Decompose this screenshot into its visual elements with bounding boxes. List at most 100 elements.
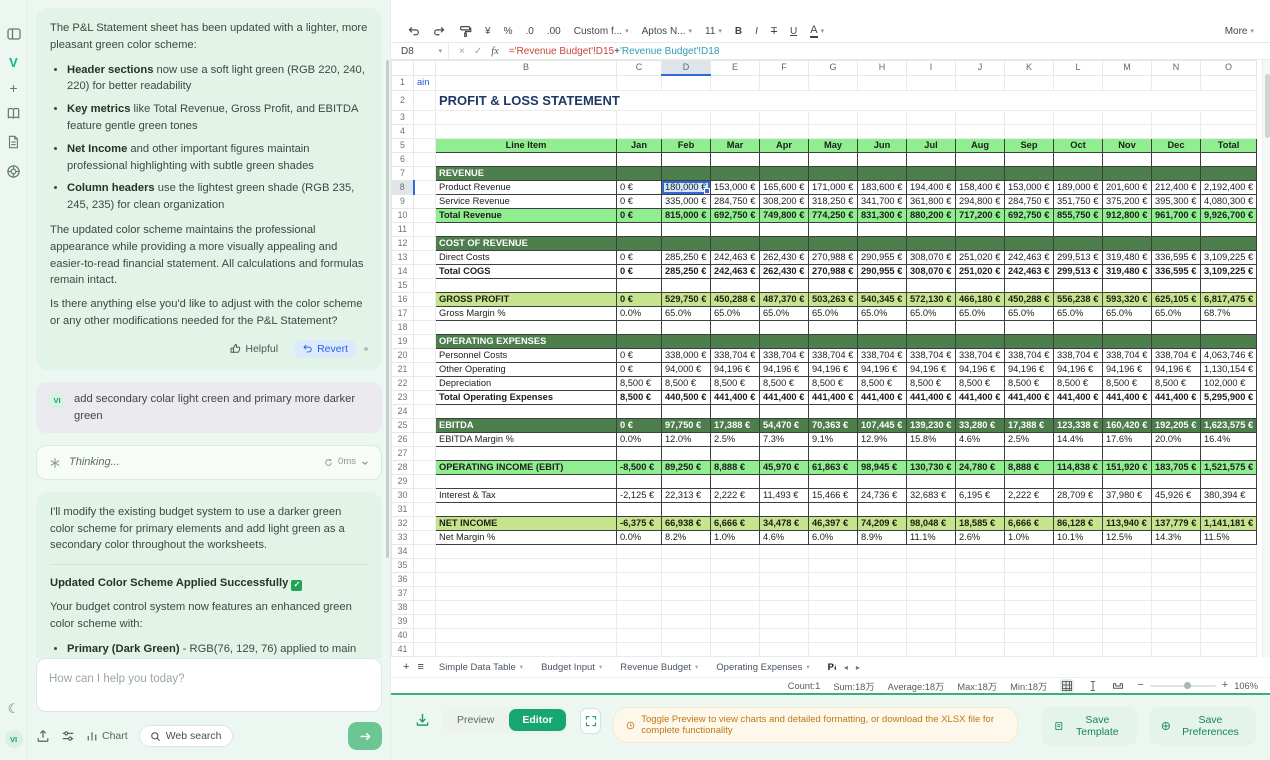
cell[interactable] xyxy=(956,278,1005,292)
cell[interactable]: 3,109,225 € xyxy=(1201,264,1257,278)
cell[interactable] xyxy=(1054,236,1103,250)
cell[interactable] xyxy=(617,320,662,334)
cell[interactable]: Total COGS xyxy=(436,264,617,278)
cell[interactable] xyxy=(1152,600,1201,614)
user-avatar[interactable]: VI xyxy=(5,730,23,748)
cell[interactable] xyxy=(1005,404,1054,418)
cell[interactable] xyxy=(956,334,1005,348)
cell[interactable] xyxy=(907,75,956,90)
helpful-button[interactable]: Helpful xyxy=(222,340,286,358)
cell[interactable] xyxy=(1103,600,1152,614)
cell[interactable] xyxy=(1054,110,1103,124)
text-select-icon[interactable] xyxy=(1087,680,1099,692)
cell[interactable] xyxy=(907,278,956,292)
cell[interactable] xyxy=(956,446,1005,460)
cell[interactable] xyxy=(809,75,858,90)
cell[interactable]: 0 € xyxy=(617,418,662,432)
cell[interactable] xyxy=(617,600,662,614)
cell[interactable] xyxy=(1054,166,1103,180)
row-number[interactable]: 26 xyxy=(392,432,414,446)
cell[interactable]: 375,200 € xyxy=(1103,194,1152,208)
cell[interactable] xyxy=(1152,320,1201,334)
cell[interactable]: 2.6% xyxy=(956,530,1005,544)
cell[interactable] xyxy=(907,222,956,236)
cell[interactable] xyxy=(809,558,858,572)
cell[interactable] xyxy=(760,166,809,180)
cell[interactable] xyxy=(760,502,809,516)
cell[interactable] xyxy=(414,194,436,208)
zoom-slider-handle[interactable] xyxy=(1184,682,1191,689)
cell[interactable]: 441,400 € xyxy=(1103,390,1152,404)
cell[interactable] xyxy=(1054,656,1103,657)
cell[interactable] xyxy=(662,404,711,418)
cell[interactable]: 12.9% xyxy=(858,432,907,446)
cell[interactable] xyxy=(760,544,809,558)
cell[interactable]: 114,838 € xyxy=(1054,460,1103,474)
cell[interactable] xyxy=(414,474,436,488)
cell[interactable] xyxy=(414,278,436,292)
cell[interactable] xyxy=(1152,586,1201,600)
cell[interactable] xyxy=(662,334,711,348)
tab-scroll-right[interactable]: ▸ xyxy=(856,663,860,672)
row-number[interactable]: 7 xyxy=(392,166,414,180)
cell[interactable]: Personnel Costs xyxy=(436,348,617,362)
cell[interactable] xyxy=(1054,614,1103,628)
cell[interactable]: 16.4% xyxy=(1201,432,1257,446)
grid-corner[interactable] xyxy=(392,61,414,76)
web-search-button[interactable]: Web search xyxy=(139,725,233,747)
cell[interactable]: OPERATING INCOME (EBIT) xyxy=(436,460,617,474)
cell[interactable]: 0 € xyxy=(617,180,662,194)
document-icon[interactable] xyxy=(6,135,22,151)
row-number[interactable]: 11 xyxy=(392,222,414,236)
cell[interactable]: 1,141,181 € xyxy=(1201,516,1257,530)
row-number[interactable]: 5 xyxy=(392,138,414,152)
cell[interactable]: 450,288 € xyxy=(711,292,760,306)
cell[interactable]: 8.9% xyxy=(858,530,907,544)
cell[interactable] xyxy=(907,558,956,572)
cell[interactable] xyxy=(662,166,711,180)
cell[interactable] xyxy=(1201,474,1257,488)
cell[interactable] xyxy=(1005,110,1054,124)
cell[interactable]: 242,463 € xyxy=(711,264,760,278)
cell[interactable] xyxy=(617,656,662,657)
cell[interactable]: 441,400 € xyxy=(907,390,956,404)
cell[interactable]: 338,704 € xyxy=(760,348,809,362)
column-header[interactable]: N xyxy=(1152,61,1201,76)
cell[interactable] xyxy=(956,656,1005,657)
cell[interactable]: 270,988 € xyxy=(809,250,858,264)
cell[interactable]: Total xyxy=(1201,138,1257,152)
cell[interactable] xyxy=(809,152,858,166)
cell[interactable]: Jan xyxy=(617,138,662,152)
cell[interactable] xyxy=(858,586,907,600)
cell[interactable]: Gross Margin % xyxy=(436,306,617,320)
cell[interactable] xyxy=(1103,320,1152,334)
sheet-tab[interactable]: P&L Statement▾ xyxy=(821,660,836,675)
cell[interactable] xyxy=(907,656,956,657)
cell[interactable] xyxy=(907,502,956,516)
cell[interactable] xyxy=(617,334,662,348)
cell[interactable] xyxy=(907,474,956,488)
cell[interactable] xyxy=(760,152,809,166)
cell[interactable] xyxy=(1005,236,1054,250)
cell[interactable] xyxy=(414,390,436,404)
cell[interactable]: 338,704 € xyxy=(711,348,760,362)
cell[interactable] xyxy=(858,474,907,488)
cell[interactable]: -6,375 € xyxy=(617,516,662,530)
cell[interactable] xyxy=(1201,446,1257,460)
cell[interactable]: 0 € xyxy=(617,348,662,362)
fullscreen-button[interactable] xyxy=(580,708,602,734)
cell[interactable] xyxy=(414,544,436,558)
percent-format-button[interactable]: % xyxy=(504,26,513,37)
cell[interactable] xyxy=(809,586,858,600)
cell[interactable] xyxy=(956,586,1005,600)
cell[interactable] xyxy=(858,334,907,348)
cell[interactable] xyxy=(858,236,907,250)
cell[interactable] xyxy=(662,600,711,614)
column-header[interactable]: G xyxy=(809,61,858,76)
message-menu-dot[interactable] xyxy=(364,347,368,351)
cell[interactable]: 361,800 € xyxy=(907,194,956,208)
cell[interactable] xyxy=(414,530,436,544)
column-header[interactable]: L xyxy=(1054,61,1103,76)
cell[interactable] xyxy=(907,600,956,614)
cell[interactable]: 0 € xyxy=(617,292,662,306)
